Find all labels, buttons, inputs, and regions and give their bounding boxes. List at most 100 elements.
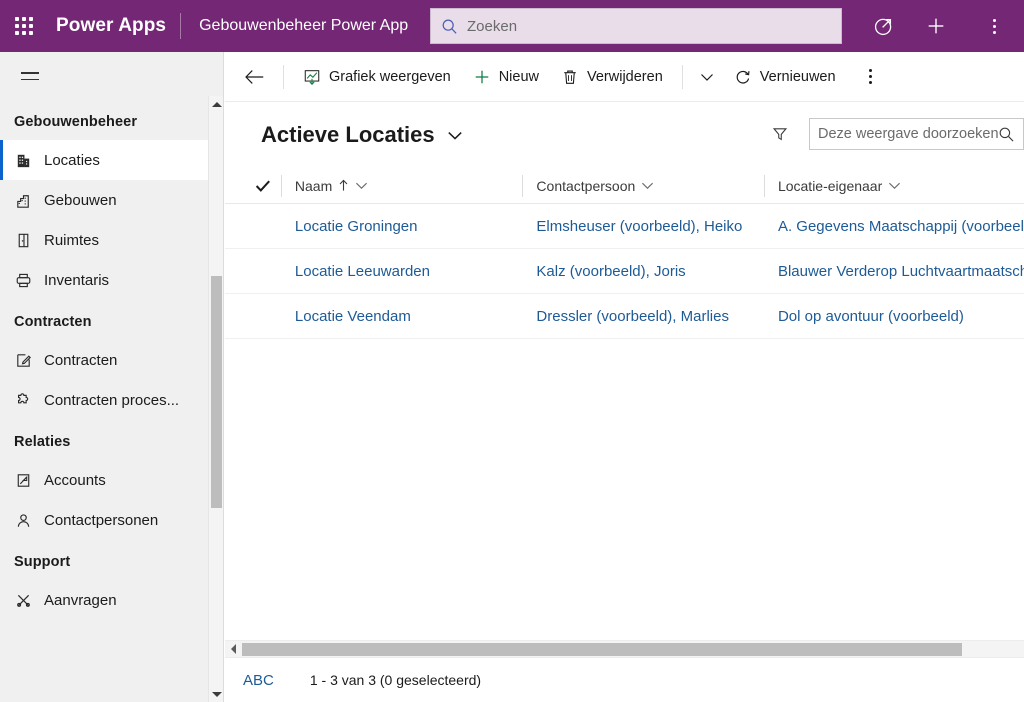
records-grid: Naam Contactpersoon Locatie-eigenaar Loc… [225, 168, 1024, 339]
refresh-icon [734, 68, 752, 86]
delete-label: Verwijderen [587, 68, 663, 85]
chevron-down-icon[interactable] [888, 181, 901, 190]
refresh-label: Vernieuwen [759, 68, 836, 85]
door-icon [14, 231, 44, 250]
edit-square-icon [14, 351, 44, 370]
alpha-index-button[interactable]: ABC [243, 672, 274, 689]
cell-contactpersoon[interactable]: Elmsheuser (voorbeeld), Heiko [522, 218, 764, 235]
chevron-down-icon[interactable] [641, 181, 654, 190]
column-header-label: Contactpersoon [536, 177, 636, 194]
filter-icon[interactable] [761, 116, 799, 152]
buildings-icon [14, 191, 44, 210]
sidebar-item-label: Aanvragen [44, 591, 117, 609]
sidebar-item-inventaris[interactable]: Inventaris [0, 260, 223, 300]
top-more-vertical-icon[interactable] [974, 0, 1014, 52]
command-divider [283, 64, 284, 89]
scroll-left-arrow-icon[interactable] [225, 641, 242, 658]
sidebar-item-label: Gebouwen [44, 191, 117, 209]
cell-contactpersoon[interactable]: Dressler (voorbeeld), Marlies [522, 308, 764, 325]
cell-locatie-eigenaar[interactable]: Blauwer Verderop Luchtvaartmaatschappij [764, 263, 1024, 280]
sidebar-item-label: Ruimtes [44, 231, 100, 249]
sidebar-item-label: Inventaris [44, 271, 110, 289]
delete-button[interactable]: Verwijderen [550, 57, 674, 97]
sidebar-item-contactpersonen[interactable]: Contactpersonen [0, 500, 223, 540]
select-all-checkmark-icon[interactable] [247, 168, 281, 204]
sidebar-scrollbar[interactable] [208, 96, 223, 702]
horizontal-scrollbar-thumb[interactable] [242, 642, 962, 656]
global-search-box[interactable]: Zoeken [430, 8, 842, 44]
column-header-label: Locatie-eigenaar [777, 177, 883, 194]
cell-contactpersoon[interactable]: Kalz (voorbeeld), Joris [522, 263, 764, 280]
view-header: Actieve Locaties Deze weergave doorzoeke… [225, 102, 1024, 168]
sidebar-group-title-contracten: Contracten [14, 314, 92, 330]
view-title: Actieve Locaties [261, 122, 435, 147]
view-search-icon[interactable] [998, 126, 1015, 143]
sidebar-group-title-gebouwenbeheer: Gebouwenbeheer [14, 114, 138, 130]
search-icon [441, 18, 458, 35]
grid-header-row: Naam Contactpersoon Locatie-eigenaar [225, 168, 1024, 204]
chevron-down-icon[interactable] [355, 181, 368, 190]
sidebar-item-label: Contactpersonen [44, 511, 159, 529]
sidebar-item-label: Locaties [44, 151, 100, 169]
hamburger-menu-icon[interactable] [6, 52, 54, 100]
cell-naam[interactable]: Locatie Veendam [281, 308, 523, 325]
sitemap-scroll-area: Gebouwenbeheer Locaties Gebouwen Ruimtes… [0, 100, 223, 620]
global-search-placeholder: Zoeken [467, 17, 518, 35]
table-row[interactable]: Locatie Veendam Dressler (voorbeeld), Ma… [225, 294, 1024, 339]
show-chart-label: Grafiek weergeven [329, 68, 451, 85]
view-search-input[interactable]: Deze weergave doorzoeken [809, 118, 1024, 150]
view-search-placeholder: Deze weergave doorzoeken [818, 126, 998, 142]
sidebar-item-locaties[interactable]: Locaties [0, 140, 223, 180]
table-row[interactable]: Locatie Groningen Elmsheuser (voorbeeld)… [225, 204, 1024, 249]
column-header-locatie-eigenaar[interactable]: Locatie-eigenaar [763, 168, 1024, 204]
scroll-up-arrow-icon[interactable] [209, 96, 223, 112]
column-header-label: Naam [294, 177, 333, 194]
sidebar-item-label: Contracten [44, 351, 118, 369]
new-label: Nieuw [498, 68, 539, 85]
sidebar-item-ruimtes[interactable]: Ruimtes [0, 220, 223, 260]
show-chart-button[interactable]: Grafiek weergeven [292, 57, 462, 97]
sidebar-group-title-relaties: Relaties [14, 434, 71, 450]
app-launcher-waffle-icon[interactable] [0, 0, 48, 52]
back-arrow-icon[interactable] [235, 60, 275, 94]
app-name-label[interactable]: Gebouwenbeheer Power App [181, 17, 408, 35]
new-record-plus-icon[interactable] [914, 0, 958, 52]
sidebar-scrollbar-thumb[interactable] [211, 276, 222, 508]
launch-circle-icon[interactable] [862, 0, 906, 52]
table-row[interactable]: Locatie Leeuwarden Kalz (voorbeeld), Jor… [225, 249, 1024, 294]
power-apps-window: Power Apps Gebouwenbeheer Power App Zoek… [0, 0, 1024, 702]
column-header-naam[interactable]: Naam [280, 168, 523, 204]
refresh-button[interactable]: Vernieuwen [723, 57, 847, 97]
account-icon [14, 471, 44, 490]
arrow-up-icon [338, 179, 349, 192]
person-icon [14, 511, 44, 530]
sidebar-item-contracten-proces[interactable]: Contracten proces... [0, 380, 223, 420]
plus-icon [473, 68, 491, 86]
main-content-area: Grafiek weergeven Nieuw Verwijderen Vern… [225, 52, 1024, 702]
chart-icon [303, 68, 321, 86]
sidebar-item-contracten[interactable]: Contracten [0, 340, 223, 380]
scroll-down-arrow-icon[interactable] [209, 686, 223, 702]
cell-locatie-eigenaar[interactable]: Dol op avontuur (voorbeeld) [764, 308, 1024, 325]
sidebar-item-accounts[interactable]: Accounts [0, 460, 223, 500]
cell-naam[interactable]: Locatie Leeuwarden [281, 263, 523, 280]
new-button[interactable]: Nieuw [462, 57, 550, 97]
chevron-down-icon[interactable] [691, 57, 723, 97]
cell-naam[interactable]: Locatie Groningen [281, 218, 523, 235]
command-more-vertical-icon[interactable] [853, 57, 889, 97]
brand-title[interactable]: Power Apps [48, 15, 180, 37]
sidebar-item-aanvragen[interactable]: Aanvragen [0, 580, 223, 620]
top-navigation-bar: Power Apps Gebouwenbeheer Power App Zoek… [0, 0, 1024, 52]
grid-horizontal-scrollbar[interactable] [225, 640, 1024, 657]
cell-locatie-eigenaar[interactable]: A. Gegevens Maatschappij (voorbeeld) [764, 218, 1024, 235]
command-bar: Grafiek weergeven Nieuw Verwijderen Vern… [225, 52, 1024, 102]
view-selector-chevron-down-icon[interactable] [447, 130, 463, 141]
grid-footer: ABC 1 - 3 van 3 (0 geselecteerd) [225, 657, 1024, 702]
tools-icon [14, 591, 44, 610]
column-header-contactpersoon[interactable]: Contactpersoon [522, 168, 764, 204]
sidebar-item-label: Contracten proces... [44, 391, 180, 409]
trash-icon [561, 68, 579, 86]
puzzle-icon [14, 391, 44, 410]
sidebar-item-gebouwen[interactable]: Gebouwen [0, 180, 223, 220]
command-divider-2 [681, 64, 683, 89]
